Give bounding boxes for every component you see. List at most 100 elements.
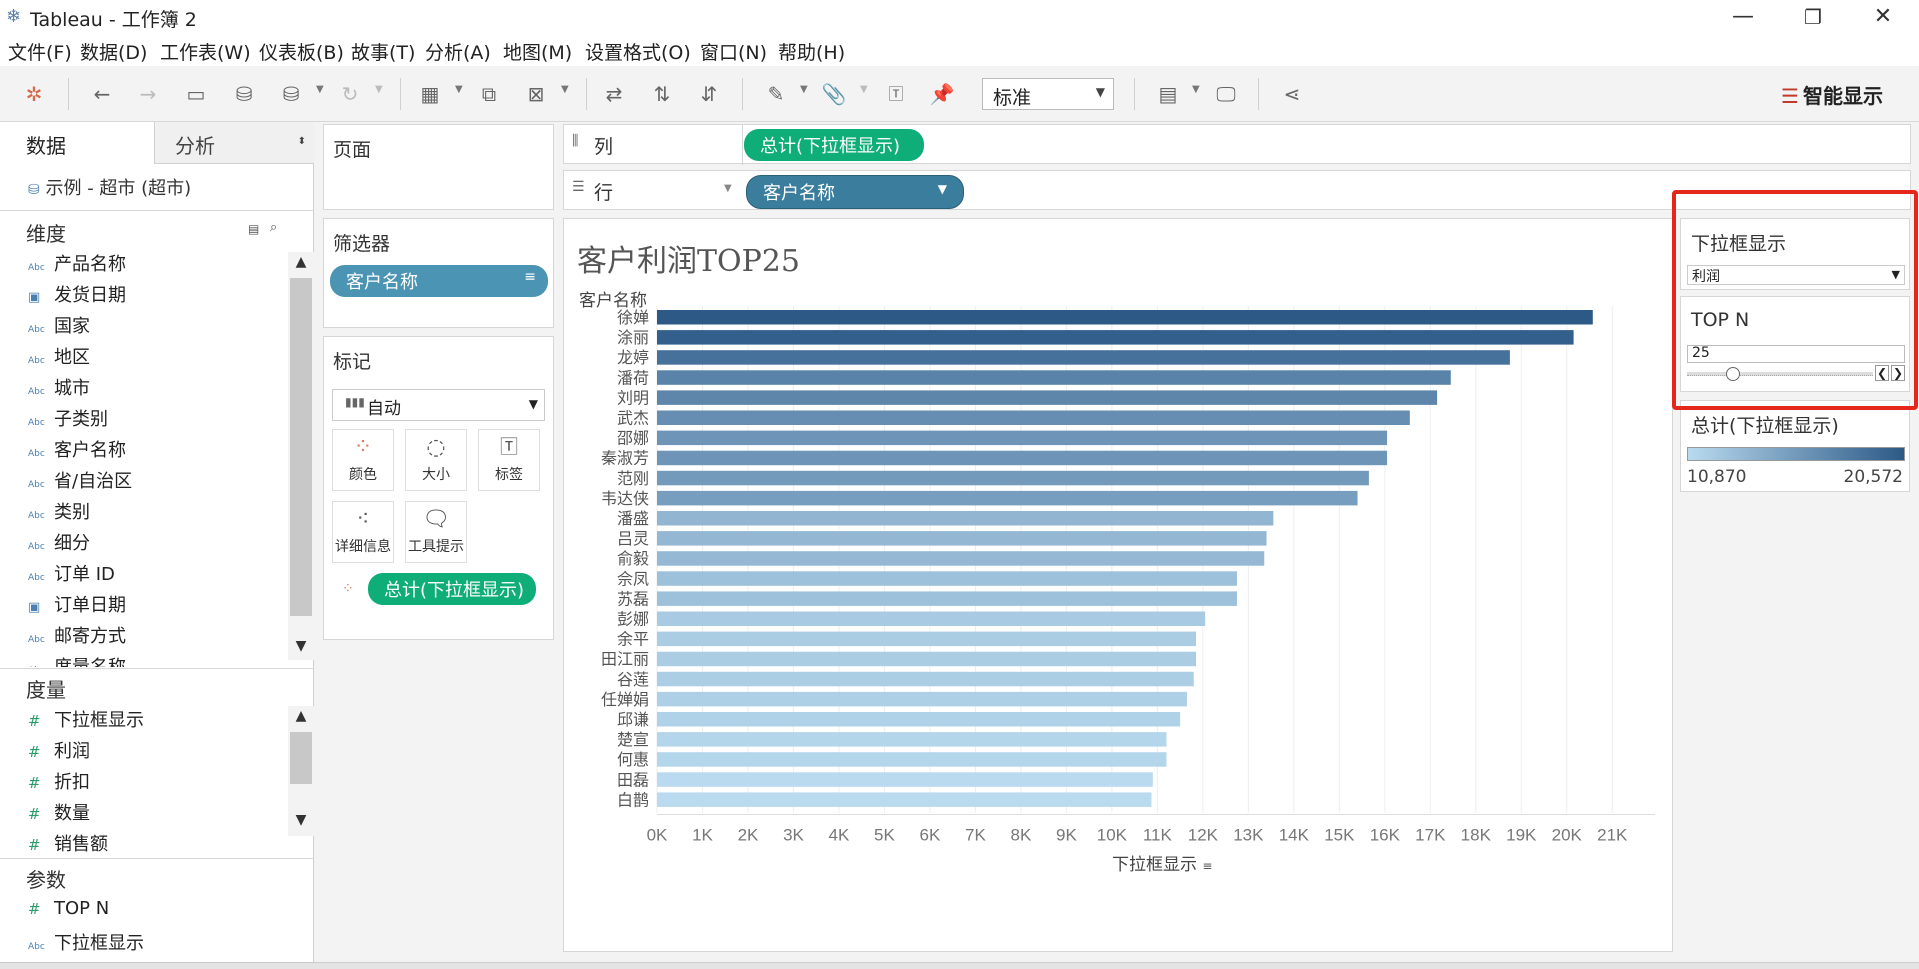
field-item[interactable]: Abc 类别 xyxy=(28,498,90,529)
field-item[interactable]: Abc 下拉框显示 xyxy=(28,929,144,960)
rows-pill[interactable]: 客户名称 ▼ xyxy=(746,175,964,209)
bar[interactable] xyxy=(657,310,1593,325)
swap-rows-columns-icon[interactable]: ⇄ xyxy=(600,80,628,108)
smart-show-button[interactable]: ☰ 智能显示 xyxy=(1781,80,1883,109)
field-item[interactable]: Abc度量名称 xyxy=(28,653,126,667)
color-button[interactable]: ⁘ 颜色 xyxy=(332,429,394,491)
label-button[interactable]: 🅃 标签 xyxy=(478,429,540,491)
group-members-icon[interactable]: 📎 xyxy=(820,80,848,108)
show-cards-icon[interactable]: ▤ xyxy=(1154,80,1182,108)
menu-file[interactable]: 文件(F) xyxy=(8,38,72,65)
redo-icon[interactable]: → xyxy=(134,80,162,108)
field-item[interactable]: # TOP N xyxy=(28,898,109,929)
bar[interactable] xyxy=(657,511,1274,526)
refresh-icon[interactable]: ↻ xyxy=(336,80,364,108)
sort-ascending-icon[interactable]: ⇅ xyxy=(648,80,676,108)
fix-axes-icon[interactable]: 📌 xyxy=(928,80,956,108)
new-worksheet-icon[interactable]: ▦ xyxy=(416,80,444,108)
field-item[interactable]: Abc 细分 xyxy=(28,529,90,560)
menu-format[interactable]: 设置格式(O) xyxy=(585,38,691,65)
filter-pill[interactable]: 客户名称 ≡ xyxy=(330,265,548,297)
sort-descending-icon[interactable]: ⇵ xyxy=(695,80,723,108)
detail-button[interactable]: ⁖ 详细信息 xyxy=(332,501,394,563)
menu-dashboard[interactable]: 仪表板(B) xyxy=(259,38,344,65)
size-button[interactable]: ◌ 大小 xyxy=(405,429,467,491)
field-item[interactable]: # 数量 xyxy=(28,799,90,830)
field-item[interactable]: ▣ 发货日期 xyxy=(28,281,126,312)
menu-worksheet[interactable]: 工作表(W) xyxy=(160,38,251,65)
bar[interactable] xyxy=(657,571,1237,586)
tooltip-button[interactable]: 🗨 工具提示 xyxy=(405,501,467,563)
menu-help[interactable]: 帮助(H) xyxy=(778,38,845,65)
bar[interactable] xyxy=(657,330,1574,345)
clear-sheet-icon[interactable]: ⊠ xyxy=(522,80,550,108)
fit-select[interactable]: 标准 ▼ xyxy=(982,78,1114,110)
bar[interactable] xyxy=(657,350,1510,365)
columns-shelf[interactable]: ⫼ 列 总计(下拉框显示) xyxy=(563,124,1911,165)
bar[interactable] xyxy=(657,792,1152,807)
show-mark-labels-icon[interactable]: 🅃 xyxy=(882,80,910,108)
bar[interactable] xyxy=(657,470,1369,486)
tab-data[interactable]: 数据 xyxy=(0,122,154,164)
menu-map[interactable]: 地图(M) xyxy=(503,38,572,65)
filters-card[interactable]: 筛选器 客户名称 ≡ xyxy=(323,218,554,328)
menu-data[interactable]: 数据(D) xyxy=(80,38,147,65)
save-icon[interactable]: ▭ xyxy=(182,80,210,108)
highlight-icon[interactable]: ✎ xyxy=(762,80,790,108)
bar[interactable] xyxy=(657,651,1197,667)
bar[interactable] xyxy=(657,410,1410,426)
bar[interactable] xyxy=(657,430,1388,446)
presentation-mode-icon[interactable]: 🖵 xyxy=(1212,80,1240,108)
bar[interactable] xyxy=(657,631,1197,647)
bar[interactable] xyxy=(657,772,1153,787)
field-item[interactable]: Abc 子类别 xyxy=(28,405,108,436)
field-item[interactable]: Abc 国家 xyxy=(28,312,90,343)
field-item[interactable]: # 销售额 xyxy=(28,830,108,861)
menu-analysis[interactable]: 分析(A) xyxy=(425,38,491,65)
scroll-down-icon[interactable]: ▼ xyxy=(288,812,314,828)
pages-card[interactable]: 页面 xyxy=(323,124,554,210)
field-item[interactable]: ▣ 订单日期 xyxy=(28,591,126,622)
pause-updates-icon[interactable]: ⛁ xyxy=(277,80,305,108)
field-item[interactable]: Abc 邮寄方式 xyxy=(28,622,126,653)
scroll-up-icon[interactable]: ▲ xyxy=(288,708,314,724)
scroll-down-icon[interactable]: ▼ xyxy=(288,638,314,654)
tab-analysis[interactable]: 分析 ⬍ xyxy=(154,122,314,164)
field-item[interactable]: Abc 产品名称 xyxy=(28,250,126,281)
field-item[interactable]: Abc 订单 ID xyxy=(28,560,115,591)
mark-type-select[interactable]: ▮▮▮ 自动 ▼ xyxy=(332,389,545,421)
menu-story[interactable]: 故事(T) xyxy=(351,38,415,65)
share-icon[interactable]: ⋖ xyxy=(1278,80,1306,108)
dimension-scrollbar[interactable]: ▲ ▼ xyxy=(288,252,314,660)
search-icon[interactable]: ⌕ xyxy=(270,220,277,235)
undo-icon[interactable]: ← xyxy=(88,80,116,108)
bar[interactable] xyxy=(657,712,1181,727)
field-item[interactable]: Abc 地区 xyxy=(28,343,90,374)
new-datasource-icon[interactable]: ⛁ xyxy=(230,80,258,108)
field-item[interactable]: # 利润 xyxy=(28,737,90,768)
datasource-item[interactable]: ⛁ 示例 - 超市 (超市) xyxy=(28,174,191,200)
bar[interactable] xyxy=(657,531,1267,546)
field-item[interactable]: Abc 城市 xyxy=(28,374,90,405)
mark-pill[interactable]: 总计(下拉框显示) xyxy=(368,573,536,605)
field-item[interactable]: Abc 客户名称 xyxy=(28,436,126,467)
measure-scrollbar[interactable]: ▲ ▼ xyxy=(288,706,314,836)
close-button[interactable]: ✕ xyxy=(1863,2,1903,32)
field-item[interactable]: Abc 省/自治区 xyxy=(28,467,132,498)
view-toggle-icon[interactable]: ▤ xyxy=(248,222,259,236)
bar[interactable] xyxy=(657,450,1388,466)
tableau-start-icon[interactable]: ✲ xyxy=(20,80,48,108)
field-item[interactable]: # 折扣 xyxy=(28,768,90,799)
bar[interactable] xyxy=(657,732,1167,747)
columns-pill[interactable]: 总计(下拉框显示) xyxy=(744,129,924,161)
bar[interactable] xyxy=(657,671,1194,687)
minimize-button[interactable]: — xyxy=(1723,2,1763,32)
duplicate-sheet-icon[interactable]: ⧉ xyxy=(475,80,503,108)
bar[interactable] xyxy=(657,370,1451,385)
bar[interactable] xyxy=(657,752,1167,767)
scroll-up-icon[interactable]: ▲ xyxy=(288,254,314,270)
bar[interactable] xyxy=(657,691,1187,707)
menu-window[interactable]: 窗口(N) xyxy=(700,38,767,65)
bar[interactable] xyxy=(657,611,1206,627)
bar[interactable] xyxy=(657,490,1358,506)
